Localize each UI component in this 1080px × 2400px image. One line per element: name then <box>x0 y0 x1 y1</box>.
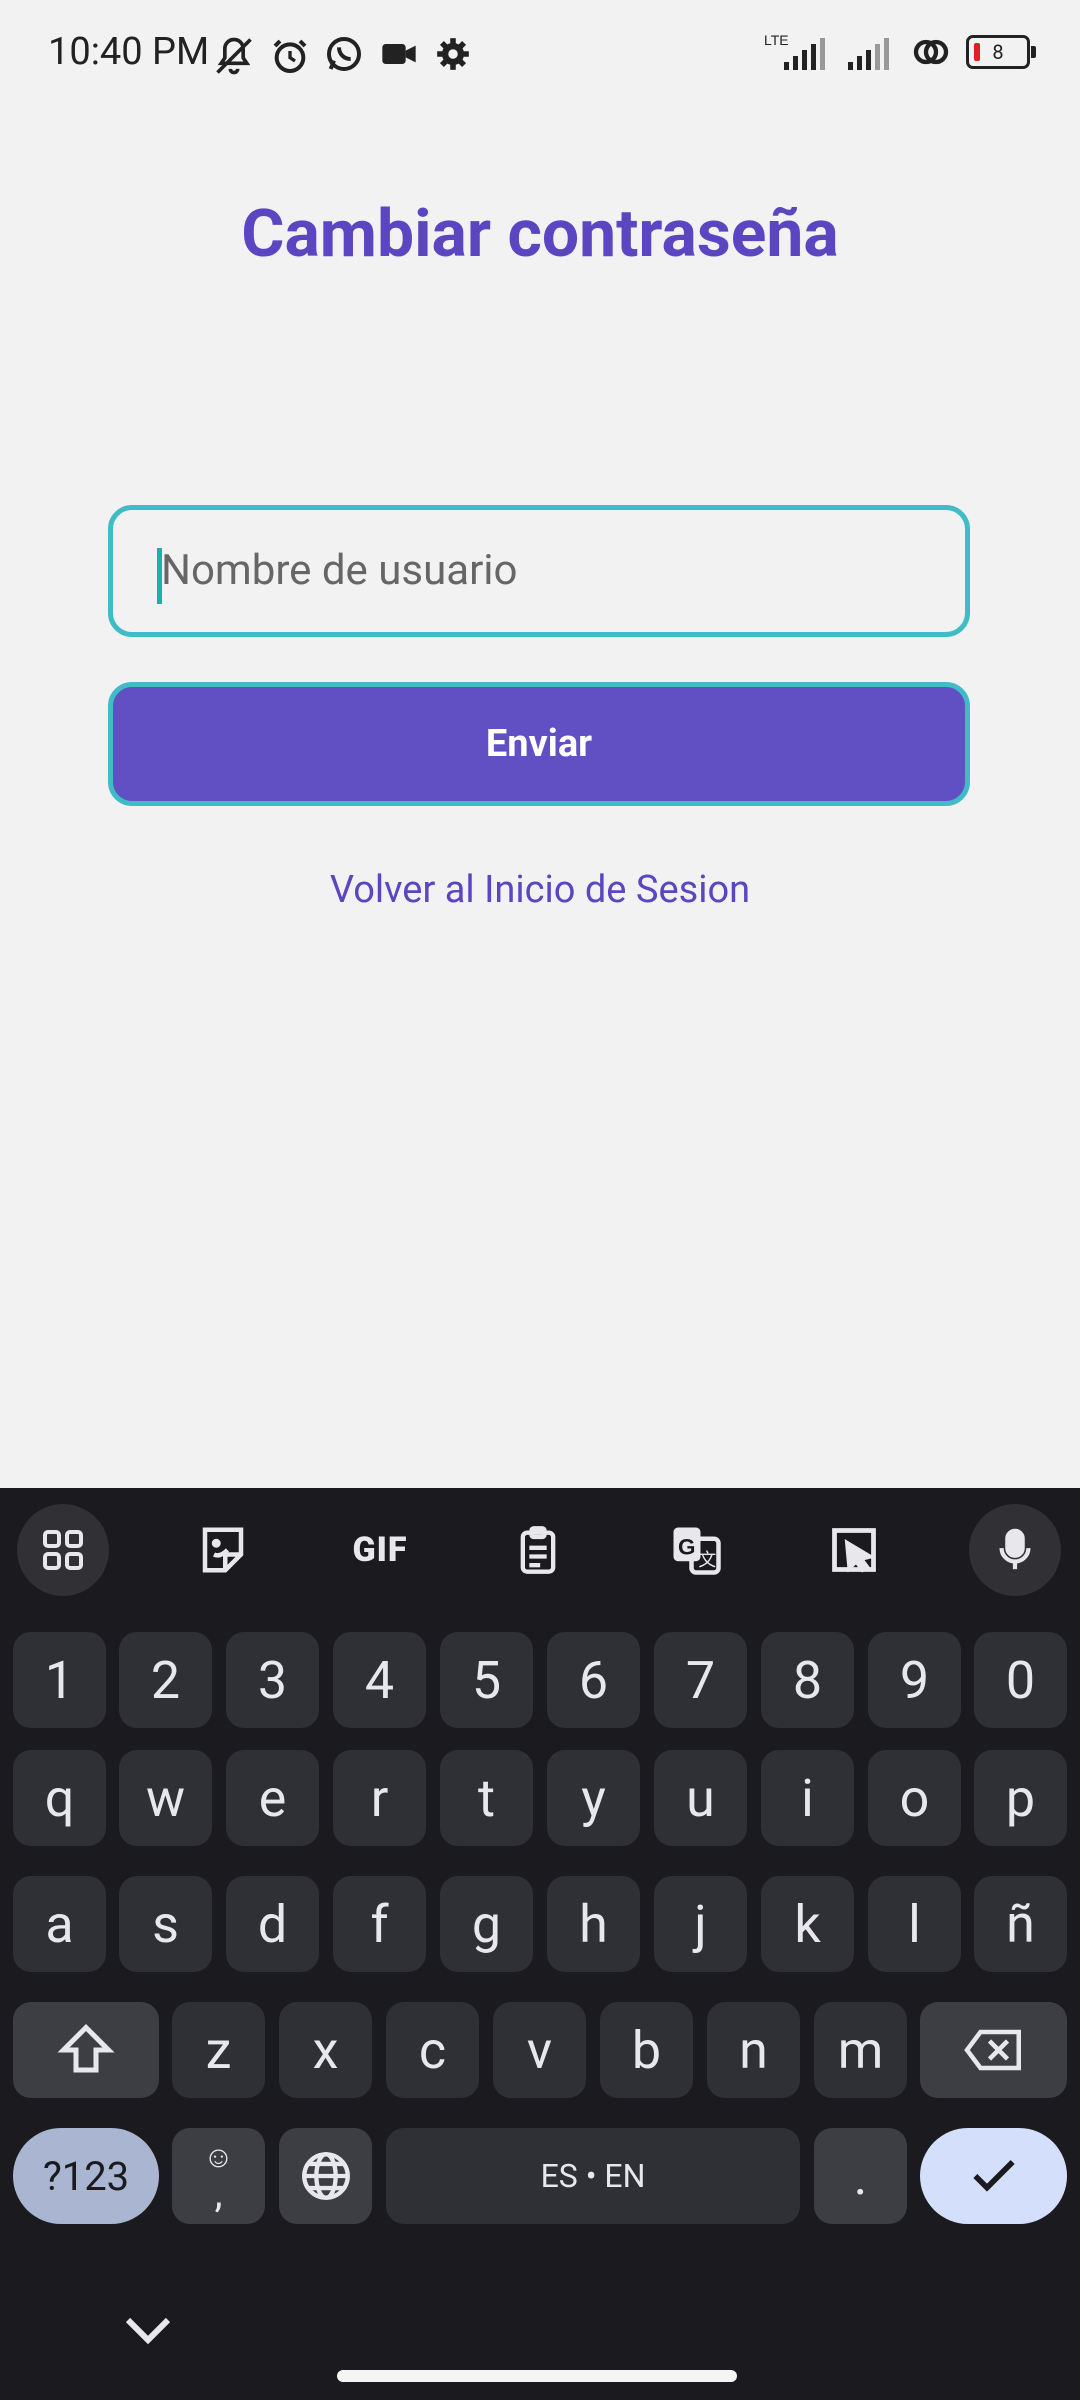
whatsapp-icon <box>324 34 364 78</box>
key-h[interactable]: h <box>547 1876 640 1972</box>
key-e[interactable]: e <box>226 1750 319 1846</box>
clipboard-icon[interactable] <box>492 1504 584 1596</box>
key-n[interactable]: n <box>707 2002 800 2098</box>
space-key[interactable]: ES • EN <box>386 2128 800 2224</box>
video-camera-icon <box>378 34 420 78</box>
key-enye[interactable]: ñ <box>974 1876 1067 1972</box>
key-i[interactable]: i <box>761 1750 854 1846</box>
key-z[interactable]: z <box>172 2002 265 2098</box>
gif-icon[interactable]: GIF <box>334 1504 426 1596</box>
username-input[interactable] <box>161 546 921 595</box>
key-t[interactable]: t <box>440 1750 533 1846</box>
key-9[interactable]: 9 <box>868 1632 961 1728</box>
key-l[interactable]: l <box>868 1876 961 1972</box>
globe-icon <box>301 2152 350 2200</box>
status-left-icons <box>212 34 472 78</box>
send-button[interactable]: Enviar <box>108 682 970 806</box>
username-field[interactable] <box>108 505 970 637</box>
back-to-login-link[interactable]: Volver al Inicio de Sesion <box>0 868 1080 912</box>
key-g[interactable]: g <box>440 1876 533 1972</box>
key-k[interactable]: k <box>761 1876 854 1972</box>
signal-icon <box>846 32 896 72</box>
key-s[interactable]: s <box>119 1876 212 1972</box>
comma-label: , <box>214 2170 223 2217</box>
key-0[interactable]: 0 <box>974 1632 1067 1728</box>
status-time: 10:40 PM <box>48 30 210 74</box>
settings-gear-icon <box>434 34 472 78</box>
key-f[interactable]: f <box>333 1876 426 1972</box>
lte-signal-icon: LTE <box>762 32 832 72</box>
key-q[interactable]: q <box>13 1750 106 1846</box>
symbols-key[interactable]: ?123 <box>13 2128 159 2224</box>
language-key[interactable] <box>279 2128 372 2224</box>
key-2[interactable]: 2 <box>119 1632 212 1728</box>
key-u[interactable]: u <box>654 1750 747 1846</box>
shift-key[interactable] <box>13 2002 159 2098</box>
apps-grid-icon[interactable] <box>17 1504 109 1596</box>
keyboard-toolbar: GIF G文 <box>0 1488 1080 1608</box>
gif-label: GIF <box>352 1530 408 1570</box>
enter-key[interactable] <box>920 2128 1067 2224</box>
key-7[interactable]: 7 <box>654 1632 747 1728</box>
key-y[interactable]: y <box>547 1750 640 1846</box>
backspace-icon <box>963 2029 1021 2071</box>
svg-text:文: 文 <box>698 1550 716 1571</box>
key-v[interactable]: v <box>493 2002 586 2098</box>
key-a[interactable]: a <box>13 1876 106 1972</box>
key-4[interactable]: 4 <box>333 1632 426 1728</box>
key-b[interactable]: b <box>600 2002 693 2098</box>
period-key[interactable]: . <box>814 2128 907 2224</box>
link-icon <box>910 32 952 72</box>
status-right-icons: LTE 8 <box>762 32 1036 72</box>
key-x[interactable]: x <box>279 2002 372 2098</box>
sticker-icon[interactable] <box>177 1504 269 1596</box>
battery-level: 8 <box>992 40 1004 64</box>
svg-text:G: G <box>678 1535 696 1560</box>
checkmark-icon <box>972 2160 1015 2192</box>
key-d[interactable]: d <box>226 1876 319 1972</box>
status-bar: 10:40 PM LTE 8 <box>0 0 1080 115</box>
translate-icon[interactable]: G文 <box>650 1504 742 1596</box>
key-m[interactable]: m <box>814 2002 907 2098</box>
comma-key[interactable]: ☺ , <box>172 2128 265 2224</box>
key-p[interactable]: p <box>974 1750 1067 1846</box>
key-8[interactable]: 8 <box>761 1632 854 1728</box>
soft-keyboard: GIF G文 1 2 3 4 5 6 7 8 9 0 q w e r t y u… <box>0 1488 1080 2400</box>
key-6[interactable]: 6 <box>547 1632 640 1728</box>
key-c[interactable]: c <box>386 2002 479 2098</box>
lte-label: LTE <box>764 32 789 48</box>
shift-icon <box>57 2023 115 2073</box>
battery-icon: 8 <box>966 35 1036 69</box>
key-3[interactable]: 3 <box>226 1632 319 1728</box>
key-r[interactable]: r <box>333 1750 426 1846</box>
page-title: Cambiar contraseña <box>241 196 839 273</box>
alarm-icon <box>270 34 310 78</box>
key-j[interactable]: j <box>654 1876 747 1972</box>
backspace-key[interactable] <box>920 2002 1067 2098</box>
key-o[interactable]: o <box>868 1750 961 1846</box>
key-1[interactable]: 1 <box>13 1632 106 1728</box>
key-w[interactable]: w <box>119 1750 212 1846</box>
hide-keyboard-chevron-icon[interactable] <box>118 2310 178 2354</box>
microphone-icon[interactable] <box>969 1504 1061 1596</box>
screenshot-icon[interactable] <box>808 1504 900 1596</box>
home-indicator[interactable] <box>337 2370 737 2382</box>
key-5[interactable]: 5 <box>440 1632 533 1728</box>
mute-icon <box>212 34 256 78</box>
